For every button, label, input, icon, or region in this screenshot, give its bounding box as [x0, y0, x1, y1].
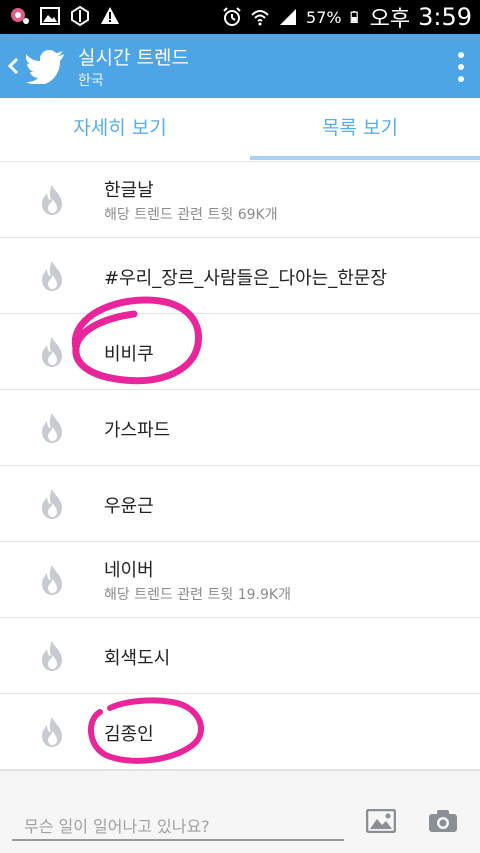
battery-percent: 57% [306, 7, 342, 27]
annotation-circle-kimjongin [87, 697, 204, 764]
signal-icon [280, 9, 297, 25]
trend-name: 가스파드 [104, 420, 171, 441]
flame-icon [42, 337, 62, 367]
flame-icon [42, 565, 62, 595]
overflow-menu-icon[interactable] [456, 50, 466, 84]
flame-icon [42, 413, 62, 443]
trend-tweet-count: 해당 트렌드 관련 트윗 69K개 [104, 207, 278, 223]
back-chevron-icon[interactable] [6, 54, 20, 78]
app-bar: 실시간 트렌드 한국 [0, 34, 480, 98]
alarm-icon [223, 7, 241, 26]
exo-logo-icon [71, 6, 89, 26]
notification-badge-icon [11, 8, 29, 24]
compose-tweet-input[interactable]: 무슨 일이 일어나고 있나요? [12, 809, 344, 841]
flame-icon [42, 641, 62, 671]
trend-row[interactable]: 한글날 해당 트렌드 관련 트윗 69K개 [0, 162, 480, 238]
annotation-circle-bibiku [71, 296, 202, 385]
status-time: 3:59 [418, 3, 472, 31]
trend-row[interactable]: 우윤근 [0, 466, 480, 542]
trend-row[interactable]: 회색도시 [0, 618, 480, 694]
twitter-bird-icon[interactable] [26, 50, 66, 84]
trend-name: 우윤근 [104, 496, 154, 517]
flame-icon [42, 717, 62, 747]
page-subtitle: 한국 [78, 73, 104, 89]
flame-icon [42, 185, 62, 215]
image-icon [40, 7, 60, 25]
warning-icon [101, 7, 119, 24]
trend-row[interactable]: 네이버 해당 트렌드 관련 트윗 19.9K개 [0, 542, 480, 618]
tab-bar: 자세히 보기 목록 보기 [0, 98, 480, 162]
status-bar: 57% 오후 3:59 [0, 0, 480, 34]
flame-icon [42, 261, 62, 291]
status-bar-system: 57% 오후 3:59 [222, 0, 472, 34]
trend-tweet-count: 해당 트렌드 관련 트윗 19.9K개 [104, 587, 291, 603]
tab-detail-view[interactable]: 자세히 보기 [0, 98, 240, 162]
trend-row[interactable]: 가스파드 [0, 390, 480, 466]
photo-icon[interactable] [366, 809, 396, 833]
trend-name: 회색도시 [104, 648, 171, 669]
trend-list: 한글날 해당 트렌드 관련 트윗 69K개 #우리_장르_사람들은_다아는_한문… [0, 162, 480, 770]
wifi-icon [251, 10, 269, 26]
tab-selected-indicator [250, 156, 480, 160]
trend-name: 한글날 [104, 180, 154, 201]
trend-name: #우리_장르_사람들은_다아는_한문장 [104, 268, 387, 289]
trend-name: 네이버 [104, 560, 154, 581]
tab-list-view[interactable]: 목록 보기 [240, 98, 480, 162]
trend-row[interactable]: 김종인 [0, 694, 480, 770]
flame-icon [42, 489, 62, 519]
compose-bar: 무슨 일이 일어나고 있나요? [0, 770, 480, 853]
page-title: 실시간 트렌드 [78, 47, 189, 69]
status-ampm: 오후 [369, 7, 411, 32]
battery-icon [350, 11, 358, 23]
camera-icon[interactable] [428, 809, 458, 833]
status-bar-notifications [10, 6, 120, 26]
